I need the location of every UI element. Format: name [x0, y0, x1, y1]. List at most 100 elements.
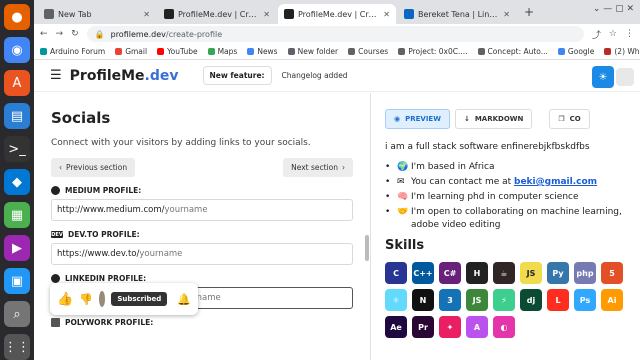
- libreoffice-writer-icon[interactable]: ▤: [4, 103, 30, 129]
- bookmark-favicon-icon: [207, 48, 215, 55]
- bookmark-item[interactable]: Project: 0x0C....: [398, 47, 468, 56]
- firefox-icon[interactable]: ●: [4, 4, 30, 30]
- back-icon[interactable]: ←: [40, 29, 48, 39]
- field-label-text: MEDIUM PROFILE:: [65, 186, 142, 195]
- section-title: Socials: [51, 109, 111, 127]
- new-tab-button[interactable]: +: [518, 5, 540, 19]
- thumbs-up-icon[interactable]: 👍: [57, 292, 73, 307]
- about-text-body: You can contact me at: [411, 177, 515, 187]
- premiere-icon: Pr: [412, 316, 434, 338]
- bookmark-item[interactable]: New folder: [287, 47, 339, 56]
- bookmark-item[interactable]: YouTube: [157, 47, 198, 56]
- preview-button[interactable]: ◉ PREVIEW: [385, 109, 450, 129]
- image-viewer-icon[interactable]: ▣: [4, 268, 30, 294]
- about-item: • ✉ You can contact me at beki@gmail.com: [385, 176, 626, 189]
- nodejs-icon: JS: [466, 289, 488, 311]
- django-icon: dj: [520, 289, 542, 311]
- hamburger-icon[interactable]: ☰: [50, 68, 62, 83]
- url-prefix: http://www.medium.com/: [57, 205, 165, 215]
- bookmark-favicon-icon: [348, 48, 356, 55]
- bookmark-label: Project: 0x0C....: [408, 47, 468, 56]
- subscribed-button[interactable]: Subscribed: [111, 292, 168, 306]
- bookmark-item[interactable]: (2) What is a S...: [604, 47, 640, 56]
- aftereffects-icon: Ae: [385, 316, 407, 338]
- bookmark-item[interactable]: News: [247, 47, 278, 56]
- forward-icon[interactable]: →: [56, 29, 64, 39]
- close-tab-icon[interactable]: ✕: [263, 10, 270, 19]
- bookmark-favicon-icon: [157, 48, 165, 55]
- bullet-dot: •: [385, 192, 391, 202]
- preview-button-label: PREVIEW: [405, 115, 441, 123]
- tab-favicon-icon: [164, 9, 174, 19]
- social-url-input[interactable]: https://www.dev.to/yourname: [51, 243, 353, 265]
- close-tab-icon[interactable]: ✕: [503, 10, 510, 19]
- star-icon[interactable]: ☆: [609, 29, 617, 39]
- close-tab-icon[interactable]: ✕: [383, 10, 390, 19]
- python-icon: Py: [547, 262, 569, 284]
- previous-section-button[interactable]: ‹ Previous section: [51, 158, 136, 177]
- browser-tab[interactable]: Bereket Tena | LinkedIn ✕: [398, 4, 516, 24]
- browser-tab[interactable]: ProfileMe.dev | Create an ✕: [158, 4, 276, 24]
- menu-icon[interactable]: ⋮: [625, 29, 634, 39]
- social-brand-icon: [51, 318, 60, 327]
- bookmark-label: YouTube: [167, 47, 198, 56]
- previous-section-label: Previous section: [66, 163, 128, 172]
- theme-toggle[interactable]: ☀: [592, 66, 634, 88]
- browser-toolbar: ← → ↻ 🔒 profileme.dev/create-profile ⤴ ☆…: [34, 24, 640, 44]
- next-section-button[interactable]: Next section ›: [283, 158, 353, 177]
- email-link[interactable]: beki@gmail.com: [514, 177, 597, 187]
- bookmark-label: New folder: [297, 47, 339, 56]
- about-text: I'm learning phd in computer science: [411, 191, 579, 204]
- browser-tab[interactable]: New Tab ✕: [38, 4, 156, 24]
- magnifier-icon[interactable]: ⌕: [4, 301, 30, 327]
- reload-icon[interactable]: ↻: [71, 29, 79, 39]
- section-subtitle: Connect with your visitors by adding lin…: [51, 138, 311, 148]
- chrome-icon[interactable]: ◉: [4, 37, 30, 63]
- site-brand[interactable]: ☰ ProfileMe.dev: [50, 68, 179, 84]
- socials-form-panel: Socials Connect with your visitors by ad…: [34, 93, 370, 360]
- php-icon: php: [574, 262, 596, 284]
- about-text-body: I'm learning phd in computer science: [411, 192, 579, 202]
- vscode-icon[interactable]: ◆: [4, 169, 30, 195]
- download-icon: ↓: [463, 115, 470, 123]
- bookmark-item[interactable]: Courses: [348, 47, 388, 56]
- tab-strip: New Tab✕ProfileMe.dev | Create an✕Profil…: [34, 0, 640, 24]
- browser-tab[interactable]: ProfileMe.dev | Create an ✕: [278, 4, 396, 24]
- grid-app-icon[interactable]: ▦: [4, 202, 30, 228]
- window-controls[interactable]: ⌄ — ▢ ✕: [593, 4, 634, 14]
- bookmark-favicon-icon: [247, 48, 255, 55]
- laravel-icon: L: [547, 289, 569, 311]
- thumbs-down-icon[interactable]: 👎: [79, 293, 93, 306]
- illustrator-icon: Ai: [601, 289, 623, 311]
- address-bar[interactable]: 🔒 profileme.dev/create-profile: [86, 26, 584, 42]
- markdown-button[interactable]: ↓ MARKDOWN: [454, 109, 533, 129]
- url-path: /create-profile: [165, 29, 223, 39]
- apps-launcher-icon[interactable]: ⋮⋮: [4, 334, 30, 360]
- software-center-icon[interactable]: A: [4, 70, 30, 96]
- bookmark-item[interactable]: Google: [557, 47, 594, 56]
- bookmark-item[interactable]: Gmail: [115, 47, 147, 56]
- copy-button[interactable]: ❐ CO: [549, 109, 590, 129]
- bookmark-item[interactable]: Concept: Auto...: [477, 47, 548, 56]
- share-icon[interactable]: ⤴: [592, 28, 601, 41]
- copy-button-label: CO: [569, 115, 581, 123]
- terminal-icon[interactable]: >_: [4, 136, 30, 162]
- social-url-input[interactable]: http://www.medium.com/yourname: [51, 199, 353, 221]
- about-text: I'm based in Africa: [411, 161, 495, 174]
- html5-icon: 5: [601, 262, 623, 284]
- tab-title: Bereket Tena | LinkedIn: [418, 9, 499, 19]
- video-player-icon[interactable]: ▶: [4, 235, 30, 261]
- new-feature-pill[interactable]: New feature:: [202, 66, 272, 85]
- tab-favicon-icon: [404, 9, 414, 19]
- bell-icon[interactable]: 🔔: [177, 293, 191, 306]
- bookmark-item[interactable]: Maps: [207, 47, 237, 56]
- tab-favicon-icon: [44, 9, 54, 19]
- about-item: • 🌍 I'm based in Africa: [385, 161, 626, 174]
- close-tab-icon[interactable]: ✕: [143, 10, 150, 19]
- bullet-dot: •: [385, 207, 391, 217]
- url-username: yourname: [164, 205, 208, 215]
- bookmark-item[interactable]: Arduino Forum: [40, 47, 105, 56]
- channel-avatar: [98, 291, 106, 307]
- scrollbar-thumb[interactable]: [365, 235, 369, 261]
- about-text-body: I'm open to collaborating on machine lea…: [411, 207, 622, 230]
